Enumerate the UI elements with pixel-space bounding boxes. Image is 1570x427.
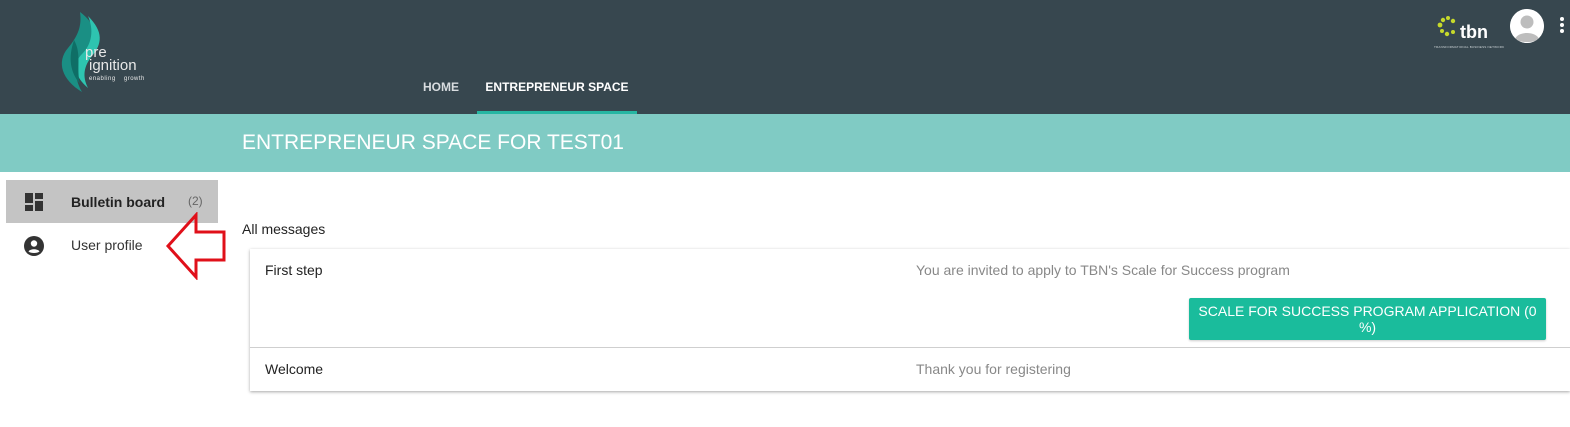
sidebar-item-label: User profile [71,237,143,253]
message-title: First step [265,262,323,278]
top-bar [0,0,1570,114]
message-body: You are invited to apply to TBN's Scale … [916,262,1290,278]
page-title: ENTREPRENEUR SPACE FOR TEST01 [242,131,624,154]
tbn-logo-subtitle: TRANSFORMATIONAL BUSINESS NETWORK [1434,45,1505,49]
scale-for-success-application-button[interactable]: SCALE FOR SUCCESS PROGRAM APPLICATION (0… [1189,298,1546,340]
section-title: All messages [242,221,326,237]
tbn-logo-text: tbn [1460,22,1488,42]
account-circle-icon[interactable] [1510,9,1544,43]
page-banner [0,114,1570,172]
more-vert-icon[interactable] [1559,17,1565,37]
red-arrow-annotation-icon [165,212,226,280]
tab-entrepreneur-space[interactable]: ENTREPRENEUR SPACE [477,78,637,114]
divider [250,347,1570,348]
logo-tagline: enabling growth [89,76,145,82]
message-title: Welcome [265,361,324,377]
bulletin-count-badge: (2) [188,194,203,208]
logo-text-ignition: ignition [89,57,137,74]
message-body: Thank you for registering [916,361,1071,377]
sidebar-item-label: Bulletin board [71,194,166,210]
dashboard-icon [25,193,43,211]
account-circle-icon [24,236,44,256]
tab-home[interactable]: HOME [410,78,472,114]
